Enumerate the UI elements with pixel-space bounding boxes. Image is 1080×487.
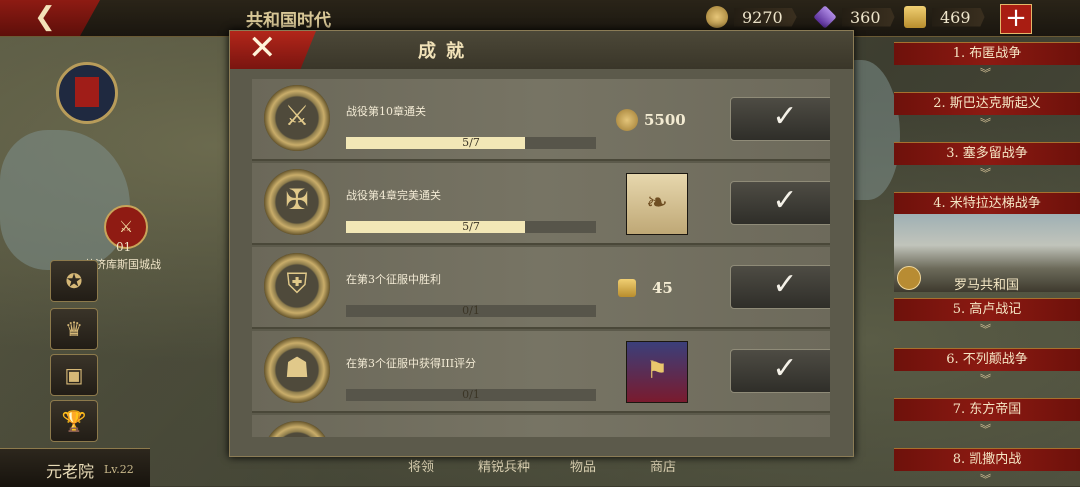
seal-icon	[897, 266, 921, 290]
progress-text: 5/7	[462, 136, 480, 149]
chevron-down-icon: ︾	[980, 473, 991, 486]
checkmark-icon: ✓	[772, 183, 798, 218]
tab-shop[interactable]: 商店	[650, 456, 676, 475]
progress-bar: 5/7	[346, 220, 596, 233]
reward-value: 5500	[644, 111, 686, 129]
claim-button[interactable]: ✓	[730, 349, 830, 393]
chevron-down-icon: ︾	[980, 67, 991, 80]
dialog-title: 成就	[418, 41, 474, 62]
chapter-3[interactable]: 3. 塞多留战争	[894, 142, 1080, 165]
progress-text: 0/1	[462, 388, 480, 401]
laurel-token-icon	[618, 279, 636, 297]
legion-flag-reward-icon[interactable]: ⚑	[626, 341, 688, 403]
trophy-icon[interactable]: 🏆	[50, 400, 98, 442]
chapter-8[interactable]: 8. 凯撒内战	[894, 448, 1080, 471]
add-resource-button[interactable]: +	[1000, 4, 1032, 34]
achievement-row: ✠ 战役第4章完美通关 5/7 ❧ ✓	[252, 163, 830, 245]
close-button[interactable]: ✕	[230, 31, 316, 69]
purple-gem-icon	[813, 5, 837, 29]
era-title: 共和国时代	[246, 11, 331, 31]
achievements-dialog: ✕ 成就 ⚔ 战役第10章通关 5/7 5500 ✓ ✠ 战役第4章完美通关 5…	[229, 30, 854, 457]
chapter-7[interactable]: 7. 东方帝国	[894, 398, 1080, 421]
gold-resource: 9270	[706, 6, 797, 28]
progress-text: 5/7	[462, 220, 480, 233]
claim-button[interactable]: ✓	[730, 97, 830, 141]
medal-icon	[264, 421, 330, 437]
crossed-swords-medal-icon: ⚔	[264, 85, 330, 151]
achievement-description: 战役第10章通关	[346, 105, 426, 118]
laurel-token-icon	[904, 6, 926, 28]
back-arrow-icon: ❮	[34, 2, 56, 32]
gold-coin-icon	[616, 109, 638, 131]
senate-level: Lv.22	[104, 463, 134, 476]
achievement-row: ☗ 在第3个征服中获得III评分 0/1 ⚑ ✓	[252, 331, 830, 413]
progress-bar: 0/1	[346, 388, 596, 401]
chapter-5[interactable]: 5. 高卢战记	[894, 298, 1080, 321]
gold-value: 9270	[734, 7, 797, 27]
gem-resource: 360	[813, 5, 895, 29]
senate-label: 元老院	[46, 462, 95, 481]
progress-bar: 5/7	[346, 136, 596, 149]
tab-items[interactable]: 物品	[570, 456, 596, 475]
gold-coin-icon	[706, 6, 728, 28]
chapter-image-label: 罗马共和国	[954, 278, 1020, 293]
back-button[interactable]: ❮	[0, 0, 100, 36]
scroll-reward-icon[interactable]: ❧	[626, 173, 688, 235]
achievement-description: 在第3个征服中胜利	[346, 273, 441, 286]
checkmark-icon: ✓	[772, 351, 798, 386]
checkmark-icon: ✓	[772, 99, 798, 134]
claim-button[interactable]: ✓	[730, 265, 830, 309]
battle-number: 01	[116, 240, 132, 254]
chapter-4[interactable]: 4. 米特拉达梯战争	[894, 192, 1080, 215]
progress-text: 0/1	[462, 304, 480, 317]
tab-elite-units[interactable]: 精锐兵种	[478, 456, 530, 475]
crown-icon[interactable]: ♛	[50, 308, 98, 350]
legion-shield-medal-icon: ☗	[264, 337, 330, 403]
senate-button[interactable]: 元老院 Lv.22	[0, 448, 150, 487]
gem-value: 360	[842, 7, 895, 27]
checkmark-icon: ✓	[772, 267, 798, 302]
chevron-down-icon: ︾	[980, 373, 991, 386]
shield-spear-medal-icon: ⛨	[264, 253, 330, 319]
faction-banner[interactable]	[56, 62, 118, 124]
close-icon: ✕	[248, 28, 277, 68]
token-value: 469	[932, 7, 985, 27]
progress-bar: 0/1	[346, 304, 596, 317]
chevron-down-icon: ︾	[980, 117, 991, 130]
tab-generals[interactable]: 将领	[408, 456, 434, 475]
eagle-swords-medal-icon: ✠	[264, 169, 330, 235]
bag-icon[interactable]: ✪	[50, 260, 98, 302]
chevron-down-icon: ︾	[980, 323, 991, 336]
chest-icon[interactable]: ▣	[50, 354, 98, 396]
chevron-down-icon: ︾	[980, 167, 991, 180]
token-resource: 469	[904, 6, 985, 28]
achievement-list[interactable]: ⚔ 战役第10章通关 5/7 5500 ✓ ✠ 战役第4章完美通关 5/7 ❧ …	[252, 79, 830, 437]
claim-button[interactable]: ✓	[730, 181, 830, 225]
reward-value: 45	[652, 279, 673, 297]
achievement-description: 在第3个征服中获得III评分	[346, 357, 477, 370]
dialog-header: ✕ 成就	[230, 31, 853, 69]
achievement-row	[252, 415, 830, 437]
chapter-1[interactable]: 1. 布匿战争	[894, 42, 1080, 65]
chapter-4-image[interactable]: 罗马共和国	[894, 214, 1080, 293]
chapter-6[interactable]: 6. 不列颠战争	[894, 348, 1080, 371]
chevron-down-icon: ︾	[980, 423, 991, 436]
achievement-row: ⚔ 战役第10章通关 5/7 5500 ✓	[252, 79, 830, 161]
chapter-2[interactable]: 2. 斯巴达克斯起义	[894, 92, 1080, 115]
achievement-description: 战役第4章完美通关	[346, 189, 441, 202]
sea-area	[0, 130, 130, 270]
achievement-row: ⛨ 在第3个征服中胜利 0/1 45 ✓	[252, 247, 830, 329]
